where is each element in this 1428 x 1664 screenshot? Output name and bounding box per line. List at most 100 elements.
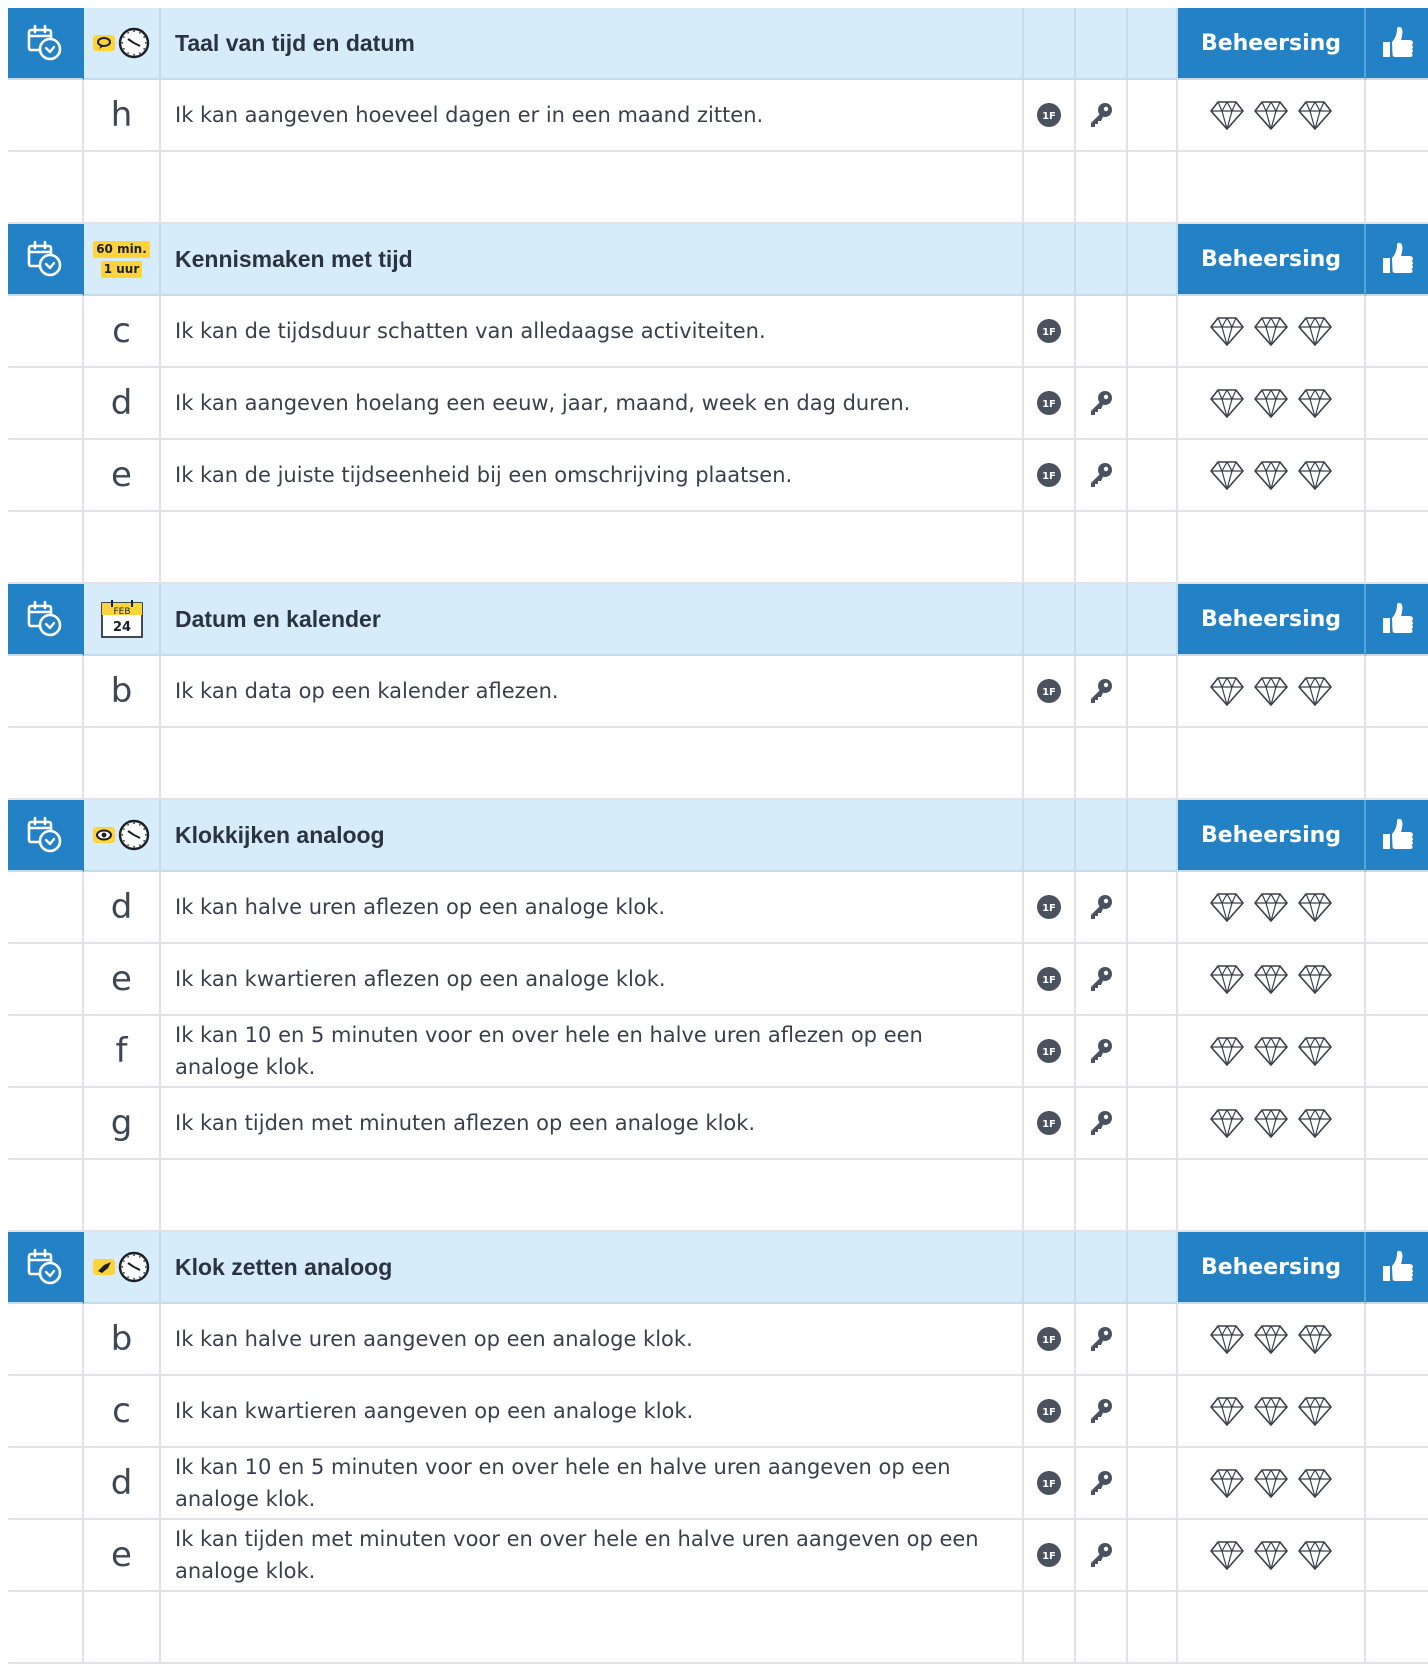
- svg-text:1F: 1F: [1042, 327, 1056, 338]
- section-spacer: [8, 512, 1428, 584]
- diamond-rating[interactable]: [1209, 1466, 1333, 1500]
- goal-letter: d: [110, 383, 133, 423]
- beheersing-label: Beheersing: [1200, 246, 1342, 272]
- diamond-icon: [1298, 1037, 1332, 1066]
- spacer-cell: [84, 1160, 161, 1232]
- diamond-icon: [1210, 1037, 1244, 1066]
- header-key-cell: [1076, 584, 1128, 656]
- goal-row: d Ik kan halve uren aflezen op een analog…: [8, 872, 1428, 944]
- key-icon: [1091, 1111, 1112, 1135]
- section-title: Datum en kalender: [175, 605, 381, 632]
- minutes-tag: 60 min.: [93, 240, 150, 258]
- diamond-rating[interactable]: [1209, 1394, 1333, 1428]
- beheersing-header-cell: Beheersing: [1178, 1232, 1366, 1304]
- diamond-icon: [1298, 1469, 1332, 1498]
- goal-blank-cell: [8, 80, 84, 152]
- goal-rating-cell: [1178, 296, 1366, 368]
- beheersing-label: Beheersing: [1200, 606, 1342, 632]
- spacer-cell: [1076, 728, 1128, 800]
- key-icon: [1091, 1039, 1112, 1063]
- goal-letter: g: [110, 1103, 133, 1143]
- diamond-icon: [1254, 1469, 1288, 1498]
- goal-thumb-cell: [1366, 1376, 1428, 1448]
- goal-key-cell: [1076, 1016, 1128, 1088]
- goal-key-cell: [1076, 1304, 1128, 1376]
- spacer-cell: [1024, 1592, 1076, 1664]
- goal-letter: f: [115, 1031, 128, 1071]
- goal-blank-cell: [1128, 872, 1178, 944]
- diamond-icon: [1210, 1541, 1244, 1570]
- diamond-rating[interactable]: [1209, 1034, 1333, 1068]
- diamond-rating[interactable]: [1209, 386, 1333, 420]
- diamond-rating[interactable]: [1209, 890, 1333, 924]
- goal-row: e Ik kan tijden met minuten voor en over …: [8, 1520, 1428, 1592]
- speech-clock-icon: [92, 26, 151, 60]
- section-category-cell: [8, 8, 84, 80]
- svg-text:FEB: FEB: [113, 607, 130, 617]
- goal-row: g Ik kan tijden met minuten aflezen op ee…: [8, 1088, 1428, 1160]
- section-header: Klok zetten analoog Beheersing: [8, 1232, 1428, 1304]
- goal-letter: c: [112, 311, 131, 351]
- diamond-rating[interactable]: [1209, 674, 1333, 708]
- goal-text-cell: Ik kan kwartieren aflezen op een analoge…: [161, 944, 1024, 1016]
- spacer-cell: [84, 512, 161, 584]
- goal-blank-cell: [1128, 440, 1178, 512]
- section-header: Taal van tijd en datum Beheersing: [8, 8, 1428, 80]
- goal-blank-cell: [8, 1376, 84, 1448]
- diamond-icon: [1298, 317, 1332, 346]
- svg-text:1F: 1F: [1042, 1047, 1056, 1058]
- goal-blank-cell: [1128, 80, 1178, 152]
- goal-letter-cell: h: [84, 80, 161, 152]
- goal-row: c Ik kan de tijdsduur schatten van alleda…: [8, 296, 1428, 368]
- diamond-rating[interactable]: [1209, 1538, 1333, 1572]
- diamond-rating[interactable]: [1209, 1322, 1333, 1356]
- level-1f-icon: 1F: [1037, 967, 1061, 991]
- goal-text-cell: Ik kan kwartieren aangeven op een analog…: [161, 1376, 1024, 1448]
- spacer-cell: [1366, 1592, 1428, 1664]
- goal-thumb-cell: [1366, 944, 1428, 1016]
- diamond-rating[interactable]: [1209, 314, 1333, 348]
- goal-letter-cell: f: [84, 1016, 161, 1088]
- spacer-cell: [1366, 728, 1428, 800]
- thumbs-up-icon: [1383, 1250, 1413, 1281]
- diamond-rating[interactable]: [1209, 98, 1333, 132]
- goal-letter-cell: d: [84, 872, 161, 944]
- goal-rating-cell: [1178, 1088, 1366, 1160]
- diamond-icon: [1298, 389, 1332, 418]
- goal-thumb-cell: [1366, 80, 1428, 152]
- goal-text-cell: Ik kan aangeven hoelang een eeuw, jaar, …: [161, 368, 1024, 440]
- header-level-cell: [1024, 1232, 1076, 1304]
- spacer-cell: [84, 152, 161, 224]
- goal-blank-cell: [1128, 368, 1178, 440]
- spacer-cell: [1024, 1160, 1076, 1232]
- diamond-icon: [1210, 1109, 1244, 1138]
- diamond-rating[interactable]: [1209, 1106, 1333, 1140]
- beheersing-header-cell: Beheersing: [1178, 224, 1366, 296]
- spacer-cell: [1178, 728, 1366, 800]
- goal-thumb-cell: [1366, 1304, 1428, 1376]
- diamond-rating[interactable]: [1209, 962, 1333, 996]
- diamond-icon: [1210, 1469, 1244, 1498]
- section-icon-cell: 60 min. 1 uur: [84, 224, 161, 296]
- section-category-cell: [8, 1232, 84, 1304]
- goal-rating-cell: [1178, 1304, 1366, 1376]
- section-title-cell: Klokkijken analoog: [161, 800, 1024, 872]
- beheersing-header-cell: Beheersing: [1178, 584, 1366, 656]
- goal-text: Ik kan de juiste tijdseenheid bij een om…: [175, 463, 793, 487]
- header-key-cell: [1076, 224, 1128, 296]
- goal-rating-cell: [1178, 80, 1366, 152]
- spacer-cell: [84, 728, 161, 800]
- key-icon: [1091, 391, 1112, 415]
- goal-blank-cell: [1128, 944, 1178, 1016]
- diamond-icon: [1298, 965, 1332, 994]
- goal-key-cell: [1076, 296, 1128, 368]
- section-title-cell: Taal van tijd en datum: [161, 8, 1024, 80]
- diamond-rating[interactable]: [1209, 458, 1333, 492]
- section-spacer: [8, 728, 1428, 800]
- goal-key-cell: [1076, 872, 1128, 944]
- beheersing-header-cell: Beheersing: [1178, 8, 1366, 80]
- goal-row: h Ik kan aangeven hoeveel dagen er in een…: [8, 80, 1428, 152]
- diamond-icon: [1298, 1541, 1332, 1570]
- goal-text-cell: Ik kan 10 en 5 minuten voor en over hele…: [161, 1448, 1024, 1520]
- goal-text-cell: Ik kan halve uren aflezen op een analoge…: [161, 872, 1024, 944]
